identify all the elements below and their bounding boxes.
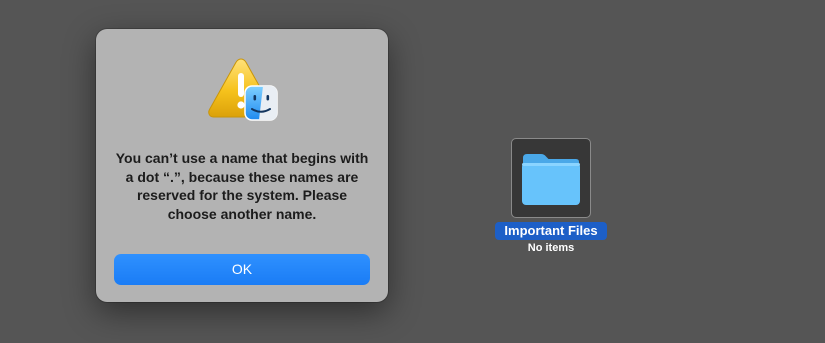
warning-icon bbox=[208, 57, 278, 123]
ok-button[interactable]: OK bbox=[114, 254, 370, 285]
desktop-folder-item[interactable]: Important Files No items bbox=[495, 138, 607, 258]
folder-selection-box[interactable] bbox=[511, 138, 591, 218]
finder-badge-icon bbox=[244, 85, 278, 121]
alert-dialog: You can’t use a name that begins with a … bbox=[96, 29, 388, 302]
alert-message: You can’t use a name that begins with a … bbox=[115, 150, 369, 222]
folder-item-count: No items bbox=[527, 242, 575, 254]
folder-name-label[interactable]: Important Files bbox=[495, 222, 607, 240]
folder-icon bbox=[522, 154, 580, 205]
